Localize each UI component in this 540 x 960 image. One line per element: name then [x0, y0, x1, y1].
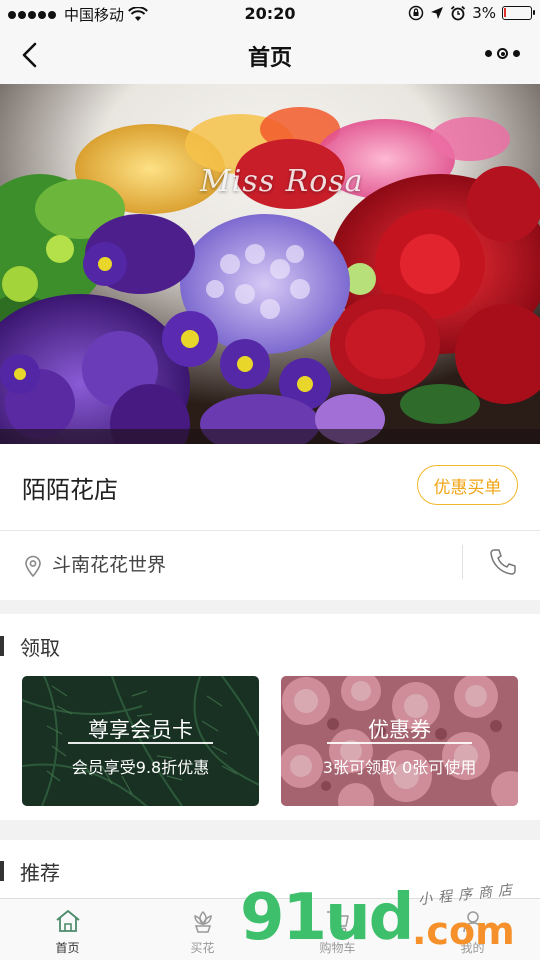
coupon-card[interactable]: 优惠券 3张可领取 0张可使用: [281, 676, 518, 806]
flower-icon: [193, 910, 212, 933]
status-bar: 中国移动 20:20 3%: [0, 0, 540, 28]
nav-bar: 首页: [0, 28, 540, 84]
section-bar: [0, 636, 4, 656]
tab-buy-flowers[interactable]: 买花: [135, 899, 270, 960]
section-title: 推荐: [0, 858, 60, 885]
shop-address: 斗南花花世界: [52, 554, 167, 576]
tab-home[interactable]: 首页: [0, 899, 135, 960]
shop-name: 陌陌花店: [22, 476, 118, 504]
cart-icon: [326, 911, 349, 933]
page-title: 首页: [247, 46, 292, 71]
coupon-card-title: 优惠券: [368, 718, 431, 742]
recommend-title: 推荐: [20, 860, 60, 885]
section-title: 领取: [0, 633, 60, 660]
member-card-subtitle: 会员享受9.8折优惠: [71, 758, 210, 777]
tab-cart[interactable]: 购物车: [270, 899, 405, 960]
recommend-section: 推荐: [0, 840, 540, 898]
back-icon[interactable]: [16, 40, 46, 70]
more-menu-icon[interactable]: [485, 48, 520, 59]
tab-label: 购物车: [319, 941, 356, 955]
phone-icon[interactable]: [488, 547, 518, 577]
section-bar: [0, 861, 4, 881]
claim-section: 领取 尊享会员卡 会员享受9.8折优惠 优惠券 3张可领取 0张可使用: [0, 614, 540, 820]
member-card-title: 尊享会员卡: [88, 718, 193, 742]
member-card[interactable]: 尊享会员卡 会员享受9.8折优惠: [22, 676, 259, 806]
flower-bouquet-image: [0, 84, 540, 444]
banner-brand-text: Miss Rosa: [200, 164, 364, 199]
claim-title: 领取: [20, 635, 60, 660]
tab-label: 买花: [190, 941, 215, 955]
user-icon: [462, 911, 483, 933]
location-icon: [431, 7, 444, 19]
tab-profile[interactable]: 我的: [405, 899, 540, 960]
location-pin-icon: [25, 555, 41, 577]
hero-banner[interactable]: Miss Rosa: [0, 84, 540, 444]
card-divider: [327, 742, 472, 744]
rotation-lock-icon: [408, 5, 424, 21]
tab-label: 我的: [460, 941, 485, 955]
tab-label: 首页: [55, 941, 80, 955]
battery-percent: 3%: [472, 4, 496, 22]
status-right: 3%: [408, 4, 535, 22]
alarm-icon: [451, 5, 466, 21]
battery-icon: [502, 6, 535, 20]
promo-pay-button[interactable]: 优惠买单: [417, 465, 518, 505]
coupon-card-subtitle: 3张可领取 0张可使用: [322, 758, 477, 777]
shop-info: 陌陌花店 优惠买单 斗南花花世界: [0, 444, 540, 600]
address-row[interactable]: 斗南花花世界: [0, 531, 540, 600]
card-divider: [68, 742, 213, 744]
divider-vertical: [462, 545, 463, 579]
tab-bar: 首页 买花 购物车 我的: [0, 898, 540, 960]
home-icon: [55, 910, 80, 932]
